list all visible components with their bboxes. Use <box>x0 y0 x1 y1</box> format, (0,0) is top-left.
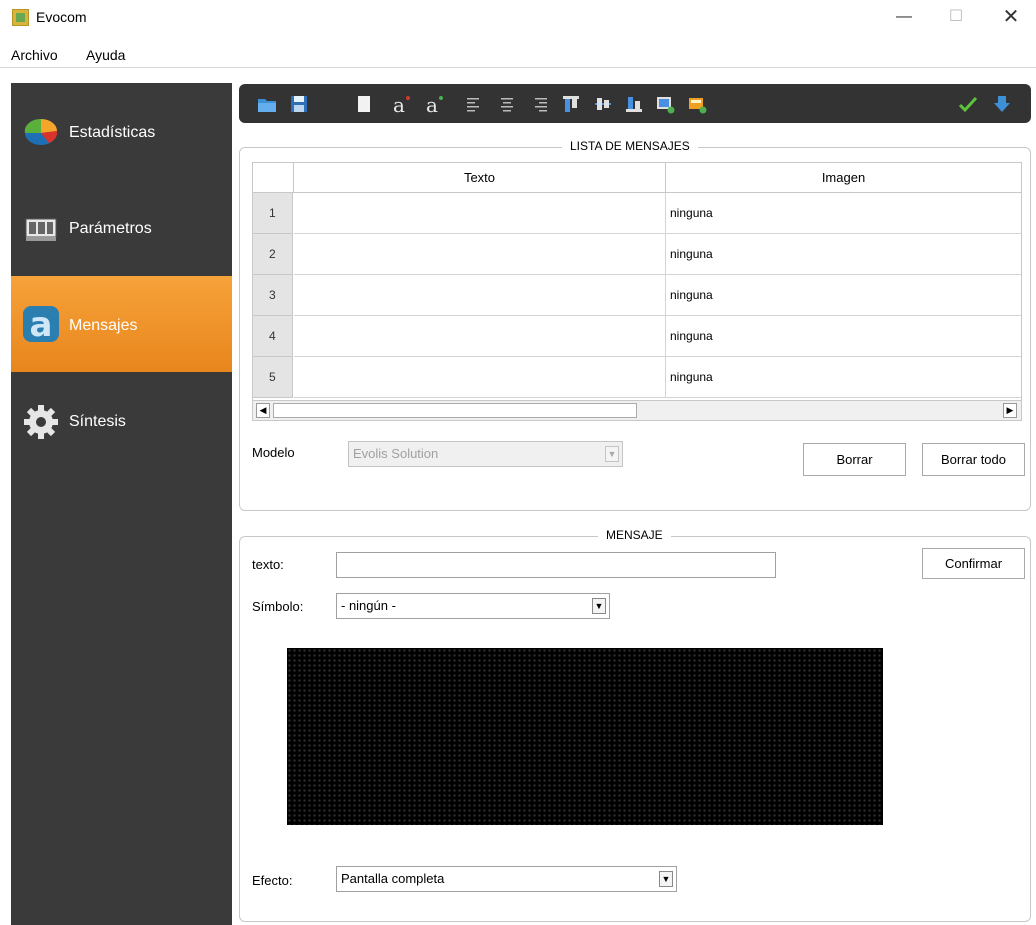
chevron-down-icon: ▼ <box>605 446 619 462</box>
toolbar: a a <box>239 84 1031 123</box>
cell-texto[interactable] <box>294 275 666 316</box>
efecto-value: Pantalla completa <box>341 871 445 886</box>
sidebar-label-sintesis: Síntesis <box>69 413 126 430</box>
minimize-button[interactable]: — <box>884 6 924 30</box>
cell-texto[interactable] <box>294 193 666 234</box>
message-table: Texto Imagen 1 ninguna 2 ninguna 3 ningu… <box>252 162 1022 421</box>
sidebar-item-parametros[interactable]: Parámetros <box>11 179 232 275</box>
simbolo-label: Símbolo: <box>252 599 304 614</box>
download-icon[interactable] <box>991 93 1013 115</box>
cell-imagen[interactable]: ninguna <box>666 357 1021 398</box>
texto-input[interactable] <box>336 552 776 578</box>
insert-image-icon[interactable] <box>654 93 676 115</box>
sidebar-label-mensajes: Mensajes <box>69 317 138 334</box>
row-header[interactable]: 1 <box>253 193 293 234</box>
font-a-red-icon[interactable]: a <box>389 93 411 115</box>
scroll-right-arrow-icon[interactable]: ▶ <box>1003 403 1017 418</box>
efecto-select[interactable]: Pantalla completa ▼ <box>336 866 677 892</box>
row-header[interactable]: 5 <box>253 357 293 398</box>
cell-texto[interactable] <box>294 357 666 398</box>
check-icon[interactable] <box>957 93 979 115</box>
confirmar-button[interactable]: Confirmar <box>922 548 1025 579</box>
cell-imagen[interactable]: ninguna <box>666 193 1021 234</box>
maximize-button[interactable]: ☐ <box>936 6 976 30</box>
simbolo-select[interactable]: - ningún - ▼ <box>336 593 610 619</box>
title-bar: Evocom — ☐ ✕ <box>0 0 1036 40</box>
chevron-down-icon: ▼ <box>592 598 606 614</box>
svg-text:a: a <box>426 93 438 115</box>
align-right-icon[interactable] <box>529 93 551 115</box>
blank-page-icon[interactable] <box>353 93 375 115</box>
image-effect-icon[interactable] <box>686 93 708 115</box>
sidebar-label-parametros: Parámetros <box>69 220 152 237</box>
align-left-icon[interactable] <box>463 93 485 115</box>
column-header-imagen[interactable]: Imagen <box>666 163 1021 193</box>
led-display-preview <box>287 648 883 825</box>
message-list-title: LISTA DE MENSAJES <box>562 139 698 153</box>
row-header[interactable]: 3 <box>253 275 293 316</box>
modelo-select[interactable]: Evolis Solution ▼ <box>348 441 623 467</box>
table-corner <box>253 163 294 193</box>
close-button[interactable]: ✕ <box>991 6 1031 30</box>
texto-label: texto: <box>252 557 284 572</box>
row-header[interactable]: 4 <box>253 316 293 357</box>
align-middle-icon[interactable] <box>592 93 614 115</box>
app-logo-icon <box>12 9 29 26</box>
gear-icon <box>24 405 58 439</box>
cell-imagen[interactable]: ninguna <box>666 316 1021 357</box>
align-center-icon[interactable] <box>496 93 518 115</box>
row-header[interactable]: 2 <box>253 234 293 275</box>
scroll-left-arrow-icon[interactable]: ◀ <box>256 403 270 418</box>
sidebar-label-estadisticas: Estadísticas <box>69 124 156 141</box>
cell-texto[interactable] <box>294 316 666 357</box>
modelo-label: Modelo <box>252 445 295 460</box>
sidebar-item-sintesis[interactable]: Síntesis <box>11 372 232 468</box>
font-a-green-icon[interactable]: a <box>422 93 444 115</box>
cell-imagen[interactable]: ninguna <box>666 234 1021 275</box>
scroll-thumb[interactable] <box>273 403 637 418</box>
borrar-todo-button[interactable]: Borrar todo <box>922 443 1025 476</box>
cell-texto[interactable] <box>294 234 666 275</box>
horizontal-scrollbar[interactable]: ◀ ▶ <box>253 400 1021 420</box>
simbolo-value: - ningún - <box>341 598 396 613</box>
pie-chart-icon <box>24 118 58 145</box>
cell-imagen[interactable]: ninguna <box>666 275 1021 316</box>
sidebar-item-mensajes[interactable]: a Mensajes <box>11 276 232 372</box>
svg-text:a: a <box>30 306 53 342</box>
open-folder-icon[interactable] <box>256 93 278 115</box>
menu-archivo[interactable]: Archivo <box>11 47 58 63</box>
window-title: Evocom <box>36 9 87 25</box>
modelo-value: Evolis Solution <box>353 446 439 461</box>
borrar-button[interactable]: Borrar <box>803 443 906 476</box>
letter-a-icon: a <box>23 306 59 342</box>
menu-ayuda[interactable]: Ayuda <box>86 47 125 63</box>
menu-bar: Archivo Ayuda <box>0 44 1036 68</box>
align-top-icon[interactable] <box>560 93 582 115</box>
sidebar-item-estadisticas[interactable]: Estadísticas <box>11 83 232 179</box>
column-header-texto[interactable]: Texto <box>294 163 666 193</box>
panel-icon <box>25 218 57 241</box>
sidebar: Estadísticas Parámetros a Mensajes Sínte… <box>11 83 232 925</box>
svg-text:a: a <box>393 93 405 115</box>
align-bottom-icon[interactable] <box>623 93 645 115</box>
message-group-title: MENSAJE <box>598 528 671 542</box>
save-icon[interactable] <box>288 93 310 115</box>
chevron-down-icon: ▼ <box>659 871 673 887</box>
efecto-label: Efecto: <box>252 873 293 888</box>
